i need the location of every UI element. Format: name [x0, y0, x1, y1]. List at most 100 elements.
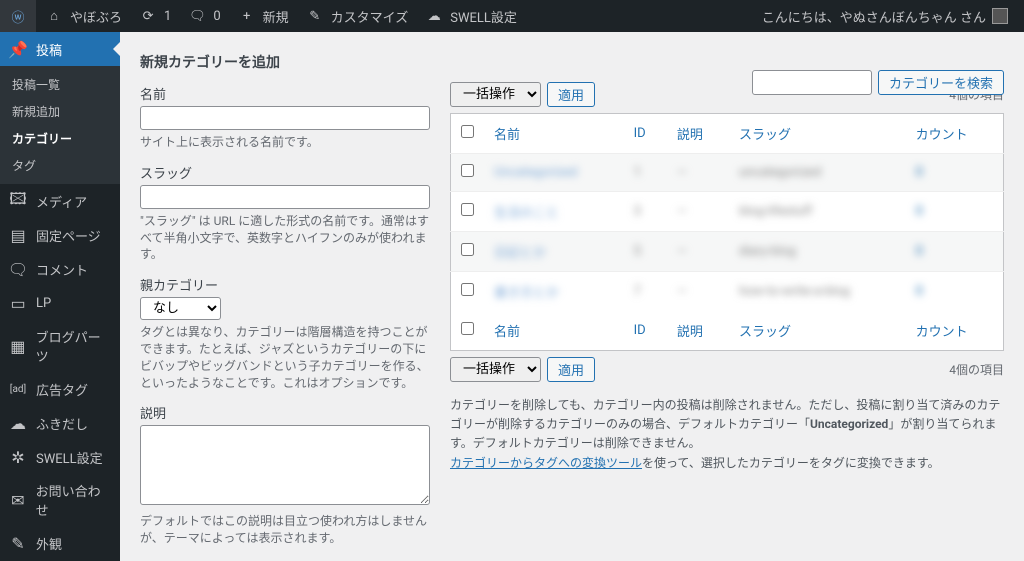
media-icon: 🖾: [8, 191, 28, 211]
updates-link[interactable]: ⟳1: [130, 0, 179, 32]
parts-icon: ▦: [8, 336, 28, 356]
lp-icon: ▭: [8, 293, 28, 313]
row-checkbox[interactable]: [461, 283, 474, 296]
row-slug: how-to-write-a-blog: [739, 284, 850, 299]
parent-help: タグとは異なり、カテゴリーは階層構造を持つことができます。たとえば、ジャズという…: [140, 324, 430, 391]
parent-select[interactable]: なし: [140, 297, 221, 320]
submenu-posts: 投稿一覧 新規追加 カテゴリー タグ: [0, 66, 120, 184]
mail-icon: ✉: [8, 490, 28, 510]
menu-appearance[interactable]: ✎外観: [0, 526, 120, 560]
ad-icon: [ad]: [8, 379, 28, 399]
row-id: 5: [634, 244, 641, 259]
row-name[interactable]: 書き方とか: [494, 286, 559, 301]
menu-lp[interactable]: ▭LP: [0, 286, 120, 320]
row-count[interactable]: 0: [916, 204, 923, 219]
search-button[interactable]: カテゴリーを検索: [878, 70, 1004, 95]
slug-help: "スラッグ" は URL に適した形式の名前です。通常はすべて半角小文字で、英数…: [140, 213, 430, 263]
row-checkbox[interactable]: [461, 203, 474, 216]
howdy-text: こんにちは、やぬさんぼんちゃん さん: [762, 7, 986, 26]
col-count-f[interactable]: カウント: [916, 325, 968, 340]
menu-pages[interactable]: ▤固定ページ: [0, 218, 120, 252]
submenu-posts-all[interactable]: 投稿一覧: [0, 71, 120, 98]
select-all-top[interactable]: [461, 125, 474, 138]
row-desc: —: [677, 204, 687, 219]
slug-input[interactable]: [140, 185, 430, 209]
customize-link[interactable]: ✎カスタマイズ: [297, 0, 417, 32]
category-table: 名前 ID 説明 スラッグ カウント Uncategorized1—uncate…: [450, 113, 1004, 351]
name-help: サイト上に表示される名前です。: [140, 134, 430, 151]
delete-note: カテゴリーを削除しても、カテゴリー内の投稿は削除されません。ただし、投稿に割り当…: [450, 396, 1004, 473]
submenu-posts-categories[interactable]: カテゴリー: [0, 125, 120, 152]
col-id[interactable]: ID: [634, 126, 646, 141]
menu-fukidashi[interactable]: ☁ふきだし: [0, 406, 120, 440]
apply-button-bottom[interactable]: 適用: [547, 357, 595, 382]
col-id-f[interactable]: ID: [634, 323, 646, 338]
table-row: Uncategorized1—uncategorized0: [451, 154, 1004, 192]
col-desc[interactable]: 説明: [677, 128, 703, 143]
menu-blogparts[interactable]: ▦ブログパーツ: [0, 320, 120, 372]
converter-link[interactable]: カテゴリーからタグへの変換ツール: [450, 456, 642, 470]
new-label: 新規: [263, 7, 289, 26]
col-count[interactable]: カウント: [916, 128, 968, 143]
name-label: 名前: [140, 84, 430, 103]
menu-contact[interactable]: ✉お問い合わせ: [0, 474, 120, 526]
updates-count: 1: [164, 9, 171, 24]
page-icon: ▤: [8, 225, 28, 245]
comments-count: 0: [213, 9, 220, 24]
submenu-posts-new[interactable]: 新規追加: [0, 98, 120, 125]
menu-comments[interactable]: 🗨コメント: [0, 252, 120, 286]
customize-label: カスタマイズ: [331, 7, 409, 26]
col-name[interactable]: 名前: [494, 128, 520, 143]
admin-sidebar: 📌投稿 投稿一覧 新規追加 カテゴリー タグ 🖾メディア ▤固定ページ 🗨コメン…: [0, 32, 120, 561]
row-name[interactable]: 生活のこと: [494, 206, 559, 221]
brush-icon: ✎: [8, 533, 28, 553]
name-input[interactable]: [140, 106, 430, 130]
new-content-link[interactable]: +新規: [229, 0, 297, 32]
swell-label: SWELL設定: [450, 7, 517, 26]
col-slug[interactable]: スラッグ: [739, 128, 791, 143]
home-icon: ⌂: [44, 6, 64, 26]
comments-link[interactable]: 🗨0: [179, 0, 228, 32]
row-slug: blog-lifestuff: [739, 204, 813, 219]
menu-swell[interactable]: ✲SWELL設定: [0, 440, 120, 474]
desc-label: 説明: [140, 403, 430, 422]
comment-icon: 🗨: [8, 259, 28, 279]
search-input[interactable]: [752, 70, 872, 95]
col-slug-f[interactable]: スラッグ: [739, 325, 791, 340]
pin-icon: 📌: [8, 39, 28, 59]
wordpress-icon: ⓦ: [8, 6, 28, 26]
row-slug: diary-blog: [739, 244, 796, 259]
col-desc-f[interactable]: 説明: [677, 325, 703, 340]
bulk-action-select-bottom[interactable]: 一括操作: [450, 357, 541, 382]
slug-label: スラッグ: [140, 163, 430, 182]
select-all-bottom[interactable]: [461, 322, 474, 335]
row-checkbox[interactable]: [461, 243, 474, 256]
bulk-action-select-top[interactable]: 一括操作: [450, 82, 541, 107]
row-desc: —: [677, 165, 687, 180]
apply-button-top[interactable]: 適用: [547, 82, 595, 107]
submenu-posts-tags[interactable]: タグ: [0, 152, 120, 179]
cloud-icon: ☁: [424, 6, 444, 26]
row-count[interactable]: 0: [916, 244, 923, 259]
balloon-icon: ☁: [8, 413, 28, 433]
menu-adtag[interactable]: [ad]広告タグ: [0, 372, 120, 406]
row-desc: —: [677, 244, 687, 259]
row-id: 7: [634, 284, 641, 299]
row-id: 1: [634, 165, 641, 180]
parent-label: 親カテゴリー: [140, 275, 430, 294]
row-checkbox[interactable]: [461, 164, 474, 177]
row-count[interactable]: 0: [916, 284, 923, 299]
row-name[interactable]: 日記とか: [494, 246, 546, 261]
wp-logo[interactable]: ⓦ: [0, 0, 36, 32]
site-name-link[interactable]: ⌂やぼぶろ: [36, 0, 130, 32]
menu-media[interactable]: 🖾メディア: [0, 184, 120, 218]
menu-posts[interactable]: 📌投稿: [0, 32, 120, 66]
row-desc: —: [677, 284, 687, 299]
swell-link[interactable]: ☁ SWELL設定: [416, 0, 525, 32]
col-name-f[interactable]: 名前: [494, 325, 520, 340]
form-title: 新規カテゴリーを追加: [140, 52, 430, 72]
row-name[interactable]: Uncategorized: [494, 165, 577, 180]
row-count[interactable]: 0: [916, 165, 923, 180]
my-account[interactable]: こんにちは、やぬさんぼんちゃん さん: [754, 0, 1016, 32]
desc-textarea[interactable]: [140, 425, 430, 505]
